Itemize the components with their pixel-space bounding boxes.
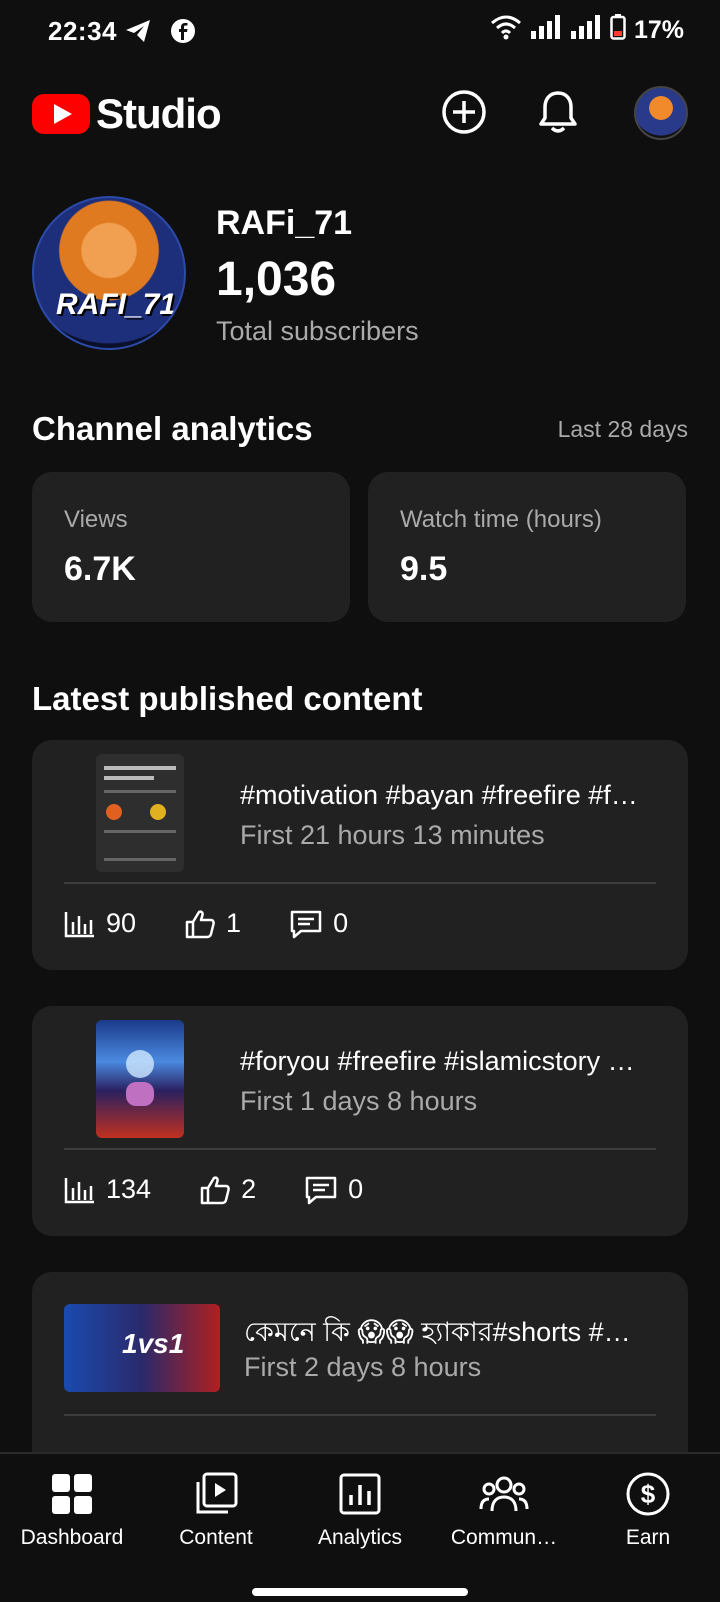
content-title: #foryou #freefire #islamicstory … (240, 1046, 635, 1076)
telegram-icon (124, 18, 152, 49)
likes-count: 2 (241, 1174, 257, 1204)
comments-metric: 0 (289, 908, 348, 939)
likes-metric: 1 (184, 908, 241, 939)
likes-metric: 2 (199, 1174, 256, 1205)
views-count: 134 (106, 1174, 152, 1204)
channel-name: RAFi_71 (216, 204, 353, 242)
notifications-button[interactable] (530, 84, 586, 140)
avatar-text: RAFI_71 (56, 288, 177, 321)
nav-analytics[interactable]: Analytics (288, 1466, 432, 1550)
watch-time-card[interactable]: Watch time (hours) 9.5 (368, 472, 686, 622)
views-value: 6.7K (64, 550, 136, 588)
facebook-icon (170, 18, 196, 49)
nav-label: Dashboard (20, 1526, 124, 1549)
nav-label: Commun… (450, 1526, 558, 1549)
battery-percent: 17% (633, 16, 684, 44)
watch-time-value: 9.5 (400, 550, 448, 588)
content-item[interactable]: 1vs1 কেমনে কি 😱😱 হ্যাকার#shorts #… First… (32, 1272, 688, 1452)
community-icon (432, 1466, 576, 1522)
likes-count: 1 (226, 908, 242, 938)
content-item[interactable]: #foryou #freefire #islamicstory … First … (32, 1006, 688, 1236)
nav-community[interactable]: Commun… (432, 1466, 576, 1550)
latest-content-title: Latest published content (32, 680, 423, 717)
views-count: 90 (106, 908, 137, 938)
create-icon (442, 90, 486, 134)
views-metric: 90 (64, 908, 136, 939)
content-metrics: 90 1 0 (64, 908, 396, 939)
status-time: 22:34 (48, 16, 117, 46)
analytics-range: Last 28 days (557, 416, 688, 442)
nav-earn[interactable]: $ Earn (576, 1466, 720, 1550)
views-label: Views (64, 506, 128, 533)
status-right: 17% (490, 14, 684, 47)
nav-content[interactable]: Content (144, 1466, 288, 1550)
app-name: Studio (96, 90, 222, 137)
app-bar: Studio (0, 72, 720, 152)
svg-text:$: $ (641, 1479, 656, 1509)
nav-label: Earn (625, 1526, 671, 1549)
nav-label: Content (179, 1526, 253, 1549)
analytics-title: Channel analytics (32, 410, 313, 447)
dashboard-icon (0, 1466, 144, 1522)
views-metric: 134 (64, 1174, 151, 1205)
nav-dashboard[interactable]: Dashboard (0, 1466, 144, 1550)
bottom-navigation: Dashboard Content Analytics Commun… $ Ea… (0, 1452, 720, 1602)
comment-icon (305, 1176, 337, 1204)
account-avatar[interactable] (634, 86, 688, 140)
comment-icon (290, 910, 322, 938)
content-metrics: 134 2 0 (64, 1174, 411, 1205)
video-thumbnail (96, 1020, 184, 1138)
bar-chart-icon (64, 911, 94, 937)
divider (64, 1148, 656, 1150)
content-subtitle: First 21 hours 13 minutes (240, 820, 545, 850)
signal-icon (530, 15, 562, 46)
comments-metric: 0 (304, 1174, 363, 1205)
subscriber-label: Total subscribers (216, 316, 419, 346)
views-card[interactable]: Views 6.7K (32, 472, 350, 622)
video-thumbnail (96, 754, 184, 872)
content-title: #motivation #bayan #freefire #f… (240, 780, 638, 810)
bar-chart-icon (64, 1177, 94, 1203)
video-thumbnail: 1vs1 (64, 1304, 220, 1392)
content-icon (144, 1466, 288, 1522)
home-indicator[interactable] (252, 1588, 468, 1596)
create-button[interactable] (436, 84, 492, 140)
earn-icon: $ (576, 1466, 720, 1522)
channel-header: RAFI_71 RAFi_71 1,036 Total subscribers (32, 196, 692, 356)
youtube-logo-icon (32, 94, 90, 134)
divider (64, 882, 656, 884)
content-title: কেমনে কি 😱😱 হ্যাকার#shorts #… (244, 1317, 631, 1347)
thumb-up-icon (185, 909, 215, 938)
nav-label: Analytics (317, 1526, 403, 1549)
channel-avatar[interactable]: RAFI_71 (32, 196, 186, 350)
comments-count: 0 (348, 1174, 364, 1204)
bell-icon (539, 91, 577, 133)
divider (64, 1414, 656, 1416)
watch-time-label: Watch time (hours) (400, 506, 602, 533)
status-bar: 22:34 17% (0, 0, 720, 64)
wifi-icon (490, 14, 522, 47)
content-subtitle: First 2 days 8 hours (244, 1352, 482, 1382)
battery-icon (610, 14, 626, 47)
content-subtitle: First 1 days 8 hours (240, 1086, 478, 1116)
content-item[interactable]: #motivation #bayan #freefire #f… First 2… (32, 740, 688, 970)
studio-logo[interactable]: Studio (32, 90, 222, 138)
subscriber-count: 1,036 (216, 253, 337, 306)
signal-icon (570, 15, 602, 46)
thumb-up-icon (200, 1175, 230, 1204)
comments-count: 0 (333, 908, 349, 938)
analytics-icon (288, 1466, 432, 1522)
